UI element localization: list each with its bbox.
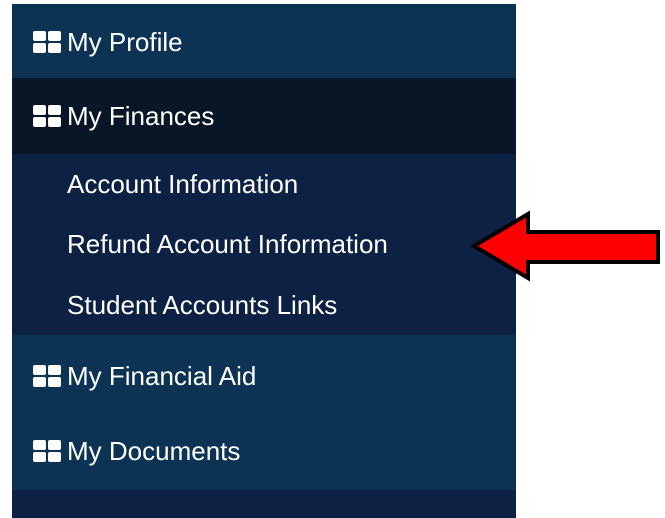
submenu-item-account-information[interactable]: Account Information xyxy=(67,164,298,204)
sidebar-item-my-financial-aid[interactable]: My Financial Aid xyxy=(12,338,516,414)
sidebar-footer-strip xyxy=(12,490,516,518)
sidebar-item-label: My Documents xyxy=(67,435,241,466)
grid-icon xyxy=(33,365,61,387)
grid-icon xyxy=(33,440,61,462)
grid-icon xyxy=(33,105,61,127)
sidebar-item-label: My Profile xyxy=(67,26,183,57)
sidebar-item-my-finances[interactable]: My Finances xyxy=(12,78,516,154)
submenu-item-refund-account-information[interactable]: Refund Account Information xyxy=(67,224,388,264)
sidebar-item-my-documents[interactable]: My Documents xyxy=(12,413,516,489)
sidebar-item-my-profile[interactable]: My Profile xyxy=(12,4,516,80)
grid-icon xyxy=(33,31,61,53)
submenu-item-student-accounts-links[interactable]: Student Accounts Links xyxy=(67,285,337,325)
sidebar-item-label: My Financial Aid xyxy=(67,360,257,391)
finances-submenu: Account Information Refund Account Infor… xyxy=(12,154,516,335)
red-arrow-icon xyxy=(470,210,662,287)
sidebar-item-label: My Finances xyxy=(67,100,215,131)
sidebar-nav: My Profile My Finances Account Informati… xyxy=(12,4,516,518)
